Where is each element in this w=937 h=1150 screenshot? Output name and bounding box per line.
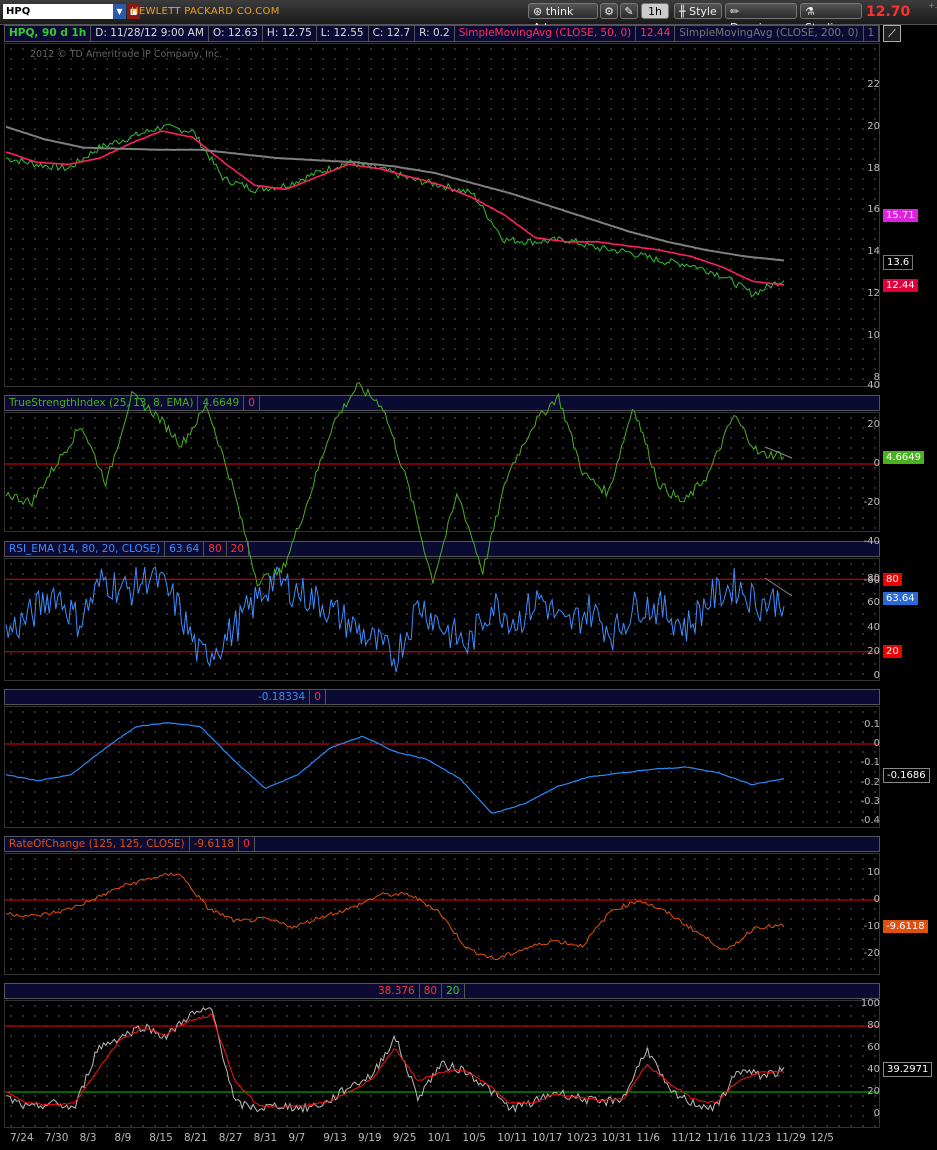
macd-y-tick: -0.4 (860, 815, 880, 827)
x-axis-label: 10/23 (566, 1132, 598, 1144)
tsi-y-tick: -40 (863, 536, 880, 547)
x-axis-label: 10/5 (462, 1132, 486, 1144)
x-axis-label: 7/30 (44, 1132, 69, 1144)
stoch-y-tick: 0 (873, 1108, 880, 1119)
price-y-tick: 20 (867, 120, 880, 132)
x-axis-label: 8/9 (114, 1132, 132, 1144)
price-y-tick: 12 (867, 288, 880, 299)
rsi-y-tick: 20 (867, 645, 880, 657)
stoch-k-line (5, 1006, 785, 1114)
rsi-line (5, 565, 785, 673)
x-axis-label: 10/31 (601, 1132, 632, 1144)
price-y-tick: 10 (867, 329, 880, 341)
roc-y-tick: -10 (863, 921, 880, 932)
tsi-y-tick: 20 (867, 419, 880, 430)
x-axis-label: 7/24 (10, 1132, 34, 1144)
tsi-y-tick: 40 (867, 380, 880, 391)
x-axis-label: 9/13 (323, 1132, 347, 1144)
x-axis-label: 8/27 (218, 1132, 243, 1144)
macd-y-tick: -0.1 (860, 757, 880, 769)
x-axis-label: 8/31 (253, 1132, 278, 1144)
x-axis-label: 10/1 (427, 1132, 452, 1144)
rsi-y-tick: 40 (867, 621, 880, 633)
x-axis-label: 11/29 (775, 1132, 806, 1144)
macd-y-tick: 0 (873, 738, 880, 749)
x-axis-label: 11/12 (671, 1132, 702, 1144)
x-axis-label: 11/23 (740, 1132, 772, 1144)
roc-y-tick: 0 (873, 894, 880, 905)
chart-plots (5, 123, 879, 1114)
x-axis-label: 9/25 (392, 1132, 417, 1144)
tsi-y-tick: 0 (873, 458, 880, 469)
stoch-y-tick: 20 (867, 1086, 880, 1097)
rsi-y-tick: 60 (867, 597, 880, 609)
stoch-y-tick: 100 (860, 998, 880, 1009)
x-axis-label: 8/15 (149, 1132, 173, 1144)
x-axis-label: 9/19 (358, 1132, 382, 1144)
x-axis-label: 8/3 (79, 1132, 97, 1144)
x-axis-label: 9/7 (288, 1132, 306, 1144)
tsi-y-tick: -20 (863, 497, 880, 508)
roc-y-tick: 10 (867, 867, 880, 878)
sma50-line (5, 130, 785, 286)
stoch-y-tick: 80 (867, 1020, 880, 1031)
price-y-tick: 22 (867, 79, 880, 90)
x-axis-label: 10/17 (532, 1132, 563, 1144)
rsi-y-tick: 0 (873, 670, 880, 681)
x-axis-label: 8/21 (184, 1132, 208, 1144)
roc-line (5, 872, 785, 961)
price-line (5, 123, 785, 298)
macd-y-tick: -0.2 (860, 776, 880, 788)
x-axis-label: 12/5 (810, 1132, 834, 1144)
x-axis-label: 11/6 (636, 1132, 660, 1144)
macd-signal-line (5, 722, 785, 814)
rsi-y-tick: 80 (867, 573, 880, 585)
macd-y-tick: -0.3 (860, 795, 880, 807)
macd-y-tick: 0.1 (864, 718, 880, 730)
x-axis-label: 10/11 (497, 1132, 528, 1144)
price-y-tick: 14 (867, 246, 880, 258)
price-y-tick: 18 (867, 162, 880, 174)
x-axis-label: 11/16 (706, 1132, 737, 1144)
stoch-d-line (5, 1013, 785, 1109)
macd-main-line (5, 719, 785, 816)
stoch-y-tick: 40 (867, 1064, 880, 1075)
rsi-trendline (764, 577, 793, 597)
roc-y-tick: -20 (863, 948, 880, 959)
stoch-y-tick: 60 (867, 1042, 880, 1053)
tsi-line (5, 382, 785, 587)
price-y-tick: 16 (867, 204, 880, 216)
